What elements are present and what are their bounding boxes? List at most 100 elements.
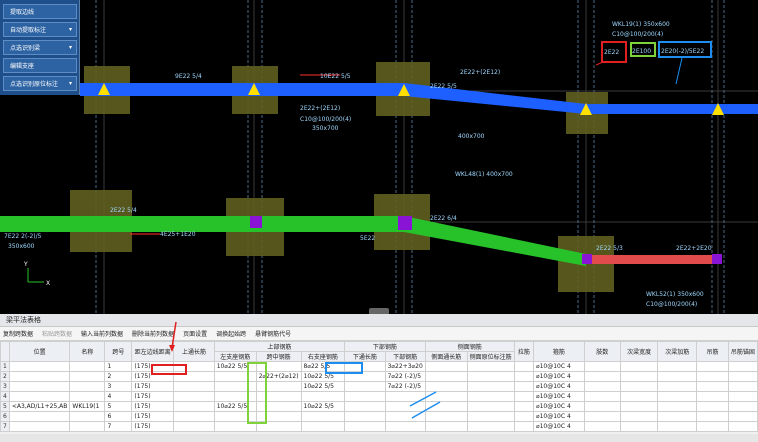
cell-empty[interactable]: [466, 371, 515, 382]
page-setup-button[interactable]: 页面设置: [183, 329, 207, 338]
cell-left[interactable]: 10⌀22 5/5: [213, 361, 257, 372]
cell-empty[interactable]: [466, 401, 515, 412]
cell-mid[interactable]: [255, 421, 302, 432]
cell-mid[interactable]: [255, 401, 302, 412]
cell-stirrup[interactable]: ⌀10@10C 4: [532, 391, 585, 402]
cell-left[interactable]: [213, 421, 257, 432]
table-row[interactable]: 6 6 (175) ⌀10@10C 4: [0, 411, 758, 422]
cell-pos[interactable]: [8, 381, 71, 392]
delete-column-button[interactable]: 删除当前列数据: [132, 329, 174, 338]
cell-empty[interactable]: [657, 361, 698, 372]
cell-empty[interactable]: [466, 381, 515, 392]
cell-name[interactable]: WKL19(1: [69, 401, 106, 412]
cell-empty[interactable]: [424, 381, 468, 392]
cell-empty[interactable]: [424, 401, 468, 412]
cell-span[interactable]: 1: [104, 361, 133, 372]
cell-empty[interactable]: [727, 421, 758, 432]
pick-identify-beam-button[interactable]: 点选识别梁 ▾: [3, 40, 77, 55]
cell-left[interactable]: [213, 381, 257, 392]
cell-empty[interactable]: [466, 391, 515, 402]
extract-edge-button[interactable]: 提取边线: [3, 4, 77, 19]
cell-mid[interactable]: 2⌀22+(2⌀12): [255, 371, 302, 382]
cell-top-cont[interactable]: [173, 391, 215, 402]
cad-canvas[interactable]: Y X WKL19(1) 350x600 C10@100/200(4) 2E22…: [0, 0, 758, 314]
cell-empty[interactable]: [513, 371, 534, 382]
cell-left[interactable]: [213, 411, 257, 422]
paste-span-button[interactable]: 粘贴跨数据: [42, 329, 72, 338]
cell-empty[interactable]: [727, 371, 758, 382]
cell-empty[interactable]: [696, 391, 729, 402]
cell-name[interactable]: [69, 421, 106, 432]
cell-bot[interactable]: [384, 401, 426, 412]
cell-left[interactable]: [213, 391, 257, 402]
cell-bot[interactable]: 7⌀22 (-2)/5: [384, 371, 426, 382]
pick-identify-original-annotation-button[interactable]: 点选识别原位标注 ▾: [3, 76, 77, 91]
cell-mid[interactable]: [255, 361, 302, 372]
cell-empty[interactable]: [466, 411, 515, 422]
cell-empty[interactable]: [657, 371, 698, 382]
cell-empty[interactable]: [583, 411, 621, 422]
cell-empty[interactable]: [424, 411, 468, 422]
cell-empty[interactable]: [696, 381, 729, 392]
cell-mid[interactable]: [255, 411, 302, 422]
cell-name[interactable]: [69, 391, 106, 402]
cell-stirrup[interactable]: ⌀10@10C 4: [532, 361, 585, 372]
table-row[interactable]: 5 <A3,AD/L1+25,AB WKL19(1 5 (175) 10⌀22 5/5 10…: [0, 401, 758, 412]
edit-support-button[interactable]: 编辑支座: [3, 58, 77, 73]
cell-empty[interactable]: [657, 391, 698, 402]
cell-left[interactable]: [213, 371, 257, 382]
cell-span[interactable]: 6: [104, 411, 133, 422]
cell-dist[interactable]: (175): [131, 411, 175, 422]
cell-empty[interactable]: [583, 401, 621, 412]
cell-bot-cont[interactable]: [344, 391, 386, 402]
cell-pos[interactable]: [8, 421, 71, 432]
cell-pos[interactable]: <A3,AD/L1+25,AB: [8, 401, 71, 412]
cell-stirrup[interactable]: ⌀10@10C 4: [532, 421, 585, 432]
cell-empty[interactable]: [696, 411, 729, 422]
cell-empty[interactable]: [513, 421, 534, 432]
cell-bot-cont[interactable]: [344, 361, 386, 372]
cell-span[interactable]: 3: [104, 381, 133, 392]
cell-bot[interactable]: 3⌀22+3⌀20: [384, 361, 426, 372]
cell-pos[interactable]: [8, 371, 71, 382]
cell-dist[interactable]: (175): [131, 391, 175, 402]
cell-empty[interactable]: [619, 421, 659, 432]
cell-right[interactable]: 10⌀22 5/5: [300, 401, 346, 412]
cell-name[interactable]: [69, 371, 106, 382]
cell-empty[interactable]: [657, 381, 698, 392]
cell-empty[interactable]: [513, 381, 534, 392]
cell-dist[interactable]: (175): [131, 371, 175, 382]
cell-empty[interactable]: [513, 361, 534, 372]
cell-empty[interactable]: [727, 401, 758, 412]
cell-top-cont[interactable]: [173, 421, 215, 432]
cell-dist[interactable]: (175): [131, 381, 175, 392]
cell-pos[interactable]: [8, 361, 71, 372]
cell-left[interactable]: 10⌀22 5/5: [213, 401, 257, 412]
cell-empty[interactable]: [727, 391, 758, 402]
cell-empty[interactable]: [466, 361, 515, 372]
cell-empty[interactable]: [696, 401, 729, 412]
cell-empty[interactable]: [513, 391, 534, 402]
cell-empty[interactable]: [657, 421, 698, 432]
cell-empty[interactable]: [424, 391, 468, 402]
input-column-button[interactable]: 输入当前列数据: [81, 329, 123, 338]
cell-dist[interactable]: (175): [131, 361, 175, 372]
cell-empty[interactable]: [619, 401, 659, 412]
cell-empty[interactable]: [583, 381, 621, 392]
cell-stirrup[interactable]: ⌀10@10C 4: [532, 411, 585, 422]
table-row[interactable]: 7 7 (175) ⌀10@10C 4: [0, 421, 758, 432]
cell-bot-cont[interactable]: [344, 401, 386, 412]
cell-empty[interactable]: [727, 361, 758, 372]
cell-name[interactable]: [69, 411, 106, 422]
cell-span[interactable]: 5: [104, 401, 133, 412]
cell-bot-cont[interactable]: [344, 411, 386, 422]
cell-bot[interactable]: [384, 411, 426, 422]
table-row[interactable]: 2 2 (175) 2⌀22+(2⌀12) 10⌀22 5/5 7⌀22 (-2)/5 ⌀1…: [0, 371, 758, 382]
swap-start-span-button[interactable]: 调换起始跨: [216, 329, 246, 338]
cell-empty[interactable]: [619, 411, 659, 422]
cell-empty[interactable]: [424, 421, 468, 432]
cell-mid[interactable]: [255, 381, 302, 392]
cell-right[interactable]: [300, 391, 346, 402]
cell-empty[interactable]: [657, 401, 698, 412]
cell-right[interactable]: 10⌀22 5/5: [300, 371, 346, 382]
